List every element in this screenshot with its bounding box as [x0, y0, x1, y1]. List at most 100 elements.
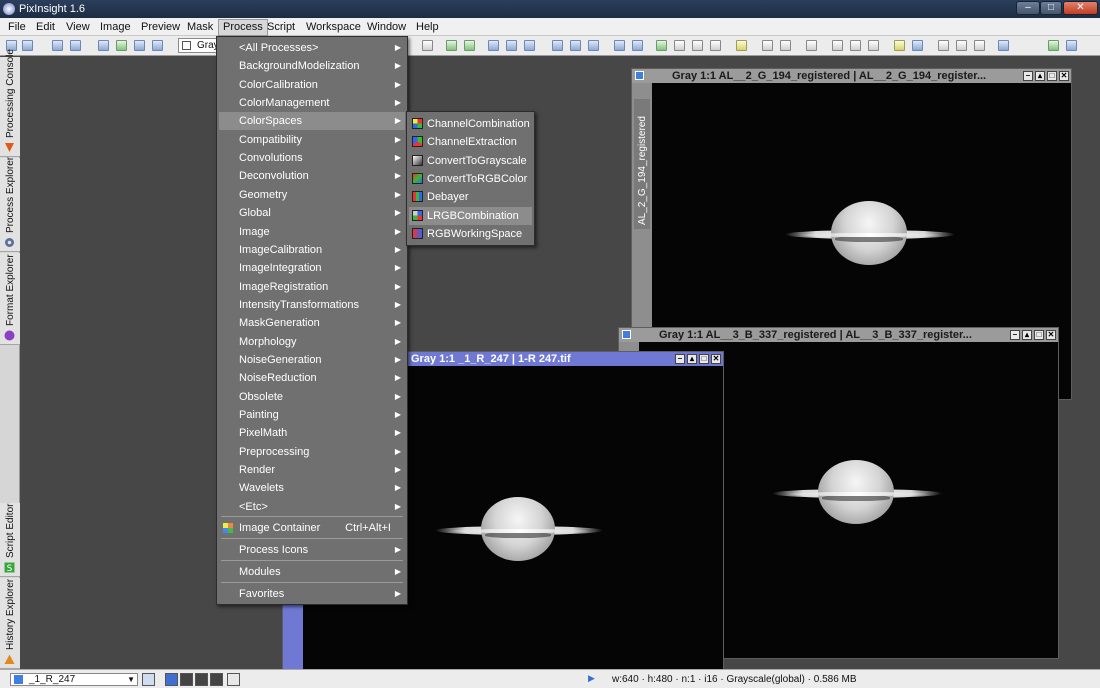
process-menu-item[interactable]: ImageCalibration ▶: [219, 241, 405, 259]
window-maximize-icon[interactable]: □: [1047, 71, 1057, 81]
pointer-icon[interactable]: [422, 40, 433, 51]
readout3-icon[interactable]: [524, 40, 535, 51]
process-icon[interactable]: [656, 40, 667, 51]
menu-file[interactable]: File: [4, 20, 30, 35]
preview-icon[interactable]: [570, 40, 581, 51]
menu-workspace[interactable]: Workspace: [302, 20, 365, 35]
rgb-icon[interactable]: [998, 40, 1009, 51]
copy-icon[interactable]: [98, 40, 109, 51]
colorspaces-menu-item[interactable]: ConvertToRGBColor: [409, 170, 532, 188]
window-close-icon[interactable]: ✕: [1059, 71, 1069, 81]
tool-h-icon[interactable]: [850, 40, 861, 51]
display-channel3-icon[interactable]: [195, 673, 208, 686]
tool-f-icon[interactable]: [806, 40, 817, 51]
menu-script[interactable]: Script: [263, 20, 299, 35]
tab-script-editor[interactable]: Script Editor S: [0, 503, 20, 577]
tool-n-icon[interactable]: [974, 40, 985, 51]
process-menu-item[interactable]: Modules ▶: [219, 563, 405, 581]
maximize-button[interactable]: □: [1040, 1, 1062, 15]
tool-e-icon[interactable]: [780, 40, 791, 51]
tool-c-icon[interactable]: [710, 40, 721, 51]
stretch-icon[interactable]: [152, 40, 163, 51]
process-menu-item[interactable]: MaskGeneration ▶: [219, 314, 405, 332]
process-menu-item[interactable]: Deconvolution ▶: [219, 167, 405, 185]
window-shade-icon[interactable]: ▴: [1035, 71, 1045, 81]
process-menu-item[interactable]: Image Container Ctrl+Alt+I: [219, 519, 405, 537]
window-minimize-icon[interactable]: –: [675, 354, 685, 364]
close-button[interactable]: ✕: [1063, 1, 1098, 15]
tool-m-icon[interactable]: [956, 40, 967, 51]
process-menu-item[interactable]: Painting ▶: [219, 406, 405, 424]
menu-mask[interactable]: Mask: [183, 20, 217, 35]
save-icon[interactable]: [70, 40, 81, 51]
process-menu-item[interactable]: Convolutions ▶: [219, 149, 405, 167]
window-minimize-icon[interactable]: –: [1023, 71, 1033, 81]
menu-image[interactable]: Image: [96, 20, 135, 35]
process-menu-item[interactable]: BackgroundModelization ▶: [219, 57, 405, 75]
readout2-icon[interactable]: [506, 40, 517, 51]
menu-window[interactable]: Window: [363, 20, 410, 35]
window-title-bar[interactable]: Gray 1:1 AL__2_G_194_registered | AL__2_…: [632, 69, 1071, 83]
minimize-button[interactable]: –: [1016, 1, 1040, 15]
tool-g-icon[interactable]: [832, 40, 843, 51]
process-menu-item[interactable]: ColorCalibration ▶: [219, 76, 405, 94]
tab-process-explorer[interactable]: Process Explorer: [0, 157, 20, 252]
tool-j-icon[interactable]: [894, 40, 905, 51]
window-close-icon[interactable]: ✕: [711, 354, 721, 364]
colorspaces-menu-item[interactable]: ChannelExtraction: [409, 133, 532, 151]
process-menu-item[interactable]: IntensityTransformations ▶: [219, 296, 405, 314]
view-selector[interactable]: _1_R_247 ▼: [10, 673, 138, 686]
tab-processing-console[interactable]: Processing Console: [0, 49, 20, 157]
colorspaces-menu-item[interactable]: Debayer: [409, 188, 532, 206]
process-menu-item[interactable]: Image ▶: [219, 223, 405, 241]
window-shade-icon[interactable]: ▴: [687, 354, 697, 364]
zoom-out-icon[interactable]: [464, 40, 475, 51]
tool-l-icon[interactable]: [938, 40, 949, 51]
display-channel4-icon[interactable]: [210, 673, 223, 686]
open-icon[interactable]: [22, 40, 33, 51]
process-menu-item[interactable]: NoiseGeneration ▶: [219, 351, 405, 369]
tool-d-icon[interactable]: [762, 40, 773, 51]
window-title-bar[interactable]: Gray 1:1 AL__3_B_337_registered | AL__3_…: [619, 328, 1058, 342]
preview2-icon[interactable]: [588, 40, 599, 51]
window-maximize-icon[interactable]: □: [699, 354, 709, 364]
colorspaces-menu-item[interactable]: LRGBCombination: [409, 206, 532, 225]
display-mode-icon[interactable]: [227, 673, 240, 686]
select-icon[interactable]: [552, 40, 563, 51]
process-menu-item[interactable]: Render ▶: [219, 461, 405, 479]
process-menu-item[interactable]: Process Icons ▶: [219, 541, 405, 559]
process-menu-item[interactable]: Global ▶: [219, 204, 405, 222]
tab-history-explorer[interactable]: History Explorer: [0, 578, 20, 669]
mask-icon[interactable]: [614, 40, 625, 51]
tool-o-icon[interactable]: [1048, 40, 1059, 51]
play-icon[interactable]: ▶: [588, 673, 595, 684]
tool-k-icon[interactable]: [912, 40, 923, 51]
process-menu-item[interactable]: Morphology ▶: [219, 333, 405, 351]
process-menu-item[interactable]: ColorManagement ▶: [219, 94, 405, 112]
menu-edit[interactable]: Edit: [32, 20, 59, 35]
process-menu-item[interactable]: Wavelets ▶: [219, 479, 405, 497]
zoom-fit-icon[interactable]: [134, 40, 145, 51]
menu-preview[interactable]: Preview: [137, 20, 184, 35]
process-menu-item[interactable]: PixelMath ▶: [219, 424, 405, 442]
process-menu-item[interactable]: ImageRegistration ▶: [219, 278, 405, 296]
window-maximize-icon[interactable]: □: [1034, 330, 1044, 340]
colorspaces-menu-item[interactable]: ChannelCombination: [409, 115, 532, 133]
readout-icon[interactable]: [488, 40, 499, 51]
menu-process[interactable]: Process: [218, 19, 268, 36]
menu-help[interactable]: Help: [412, 20, 443, 35]
process-menu-item[interactable]: Obsolete ▶: [219, 388, 405, 406]
colorspaces-menu-item[interactable]: ConvertToGrayscale: [409, 152, 532, 170]
tool-i-icon[interactable]: [868, 40, 879, 51]
channel-combo[interactable]: Gray: [178, 38, 219, 53]
process-menu-item[interactable]: <All Processes> ▶: [219, 39, 405, 57]
menu-view[interactable]: View: [62, 20, 94, 35]
mask2-icon[interactable]: [632, 40, 643, 51]
display-channel-icon[interactable]: [165, 673, 178, 686]
duplicate-icon[interactable]: [116, 40, 127, 51]
process-menu-item[interactable]: ImageIntegration ▶: [219, 259, 405, 277]
process-menu-item[interactable]: Favorites ▶: [219, 585, 405, 603]
display-channel2-icon[interactable]: [180, 673, 193, 686]
process-menu-item[interactable]: Compatibility ▶: [219, 131, 405, 149]
tool-b-icon[interactable]: [692, 40, 703, 51]
